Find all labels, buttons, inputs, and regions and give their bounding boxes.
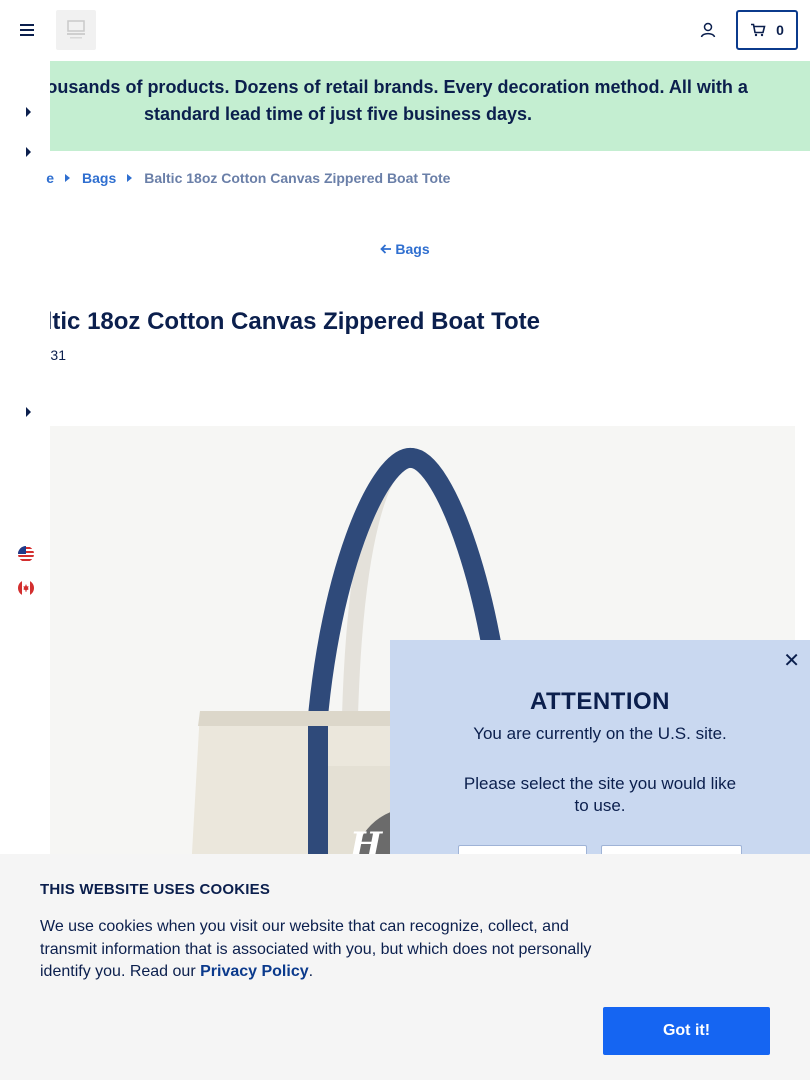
rail-expand-chevron-icon[interactable] [26, 407, 31, 417]
breadcrumb: Home Bags Baltic 18oz Cotton Canvas Zipp… [46, 169, 451, 187]
cookie-text-suffix: . [308, 963, 314, 980]
breadcrumb-current: Baltic 18oz Cotton Canvas Zippered Boat … [144, 170, 451, 186]
arrow-left-icon [380, 241, 392, 257]
account-icon[interactable] [699, 21, 717, 39]
cookie-banner: THIS WEBSITE USES COOKIES We use cookies… [0, 854, 810, 1080]
canada-flag-icon[interactable] [18, 580, 34, 596]
promo-banner-text: Why Wait? Thousands of products. Dozens … [50, 77, 748, 124]
site-header: 0 [0, 0, 810, 61]
breadcrumb-bags-link[interactable]: Bags [82, 170, 116, 186]
cart-count: 0 [776, 22, 784, 38]
rail-expand-chevron-icon[interactable] [26, 147, 31, 157]
hamburger-menu-icon[interactable] [20, 22, 36, 38]
breadcrumb-home-link[interactable]: Home [46, 170, 54, 186]
product-title: Baltic 18oz Cotton Canvas Zippered Boat … [50, 308, 540, 335]
dialog-message: You are currently on the U.S. site. [473, 724, 727, 743]
us-flag-icon[interactable] [18, 546, 34, 562]
dialog-prompt: Please select the site you would like to… [463, 774, 737, 815]
accept-cookies-button[interactable]: Got it! [603, 1007, 770, 1055]
cookie-body-text: We use cookies when you visit our websit… [40, 918, 592, 980]
cookie-banner-title: THIS WEBSITE USES COOKIES [40, 881, 271, 898]
privacy-policy-link[interactable]: Privacy Policy [200, 963, 309, 980]
site-logo[interactable] [56, 10, 96, 50]
breadcrumb-separator-icon [127, 174, 133, 182]
promo-banner: Why Wait? Thousands of products. Dozens … [50, 61, 810, 151]
dialog-title: ATTENTION [529, 688, 671, 715]
breadcrumb-separator-icon [65, 174, 70, 182]
rail-expand-chevron-icon[interactable] [26, 107, 31, 117]
close-icon[interactable]: ✕ [783, 648, 800, 673]
cart-icon [751, 23, 766, 37]
product-sku-container: 131 [50, 347, 110, 365]
product-title-container: Baltic 18oz Cotton Canvas Zippered Boat … [50, 308, 810, 340]
product-sku: 131 [50, 347, 66, 363]
cart-button[interactable]: 0 [736, 10, 798, 50]
back-link-label: Bags [395, 241, 430, 257]
logo-mark-icon [67, 20, 85, 39]
back-to-category-link[interactable]: Bags [0, 241, 810, 257]
left-side-rail [0, 61, 50, 861]
cookie-banner-text: We use cookies when you visit our websit… [40, 916, 610, 984]
